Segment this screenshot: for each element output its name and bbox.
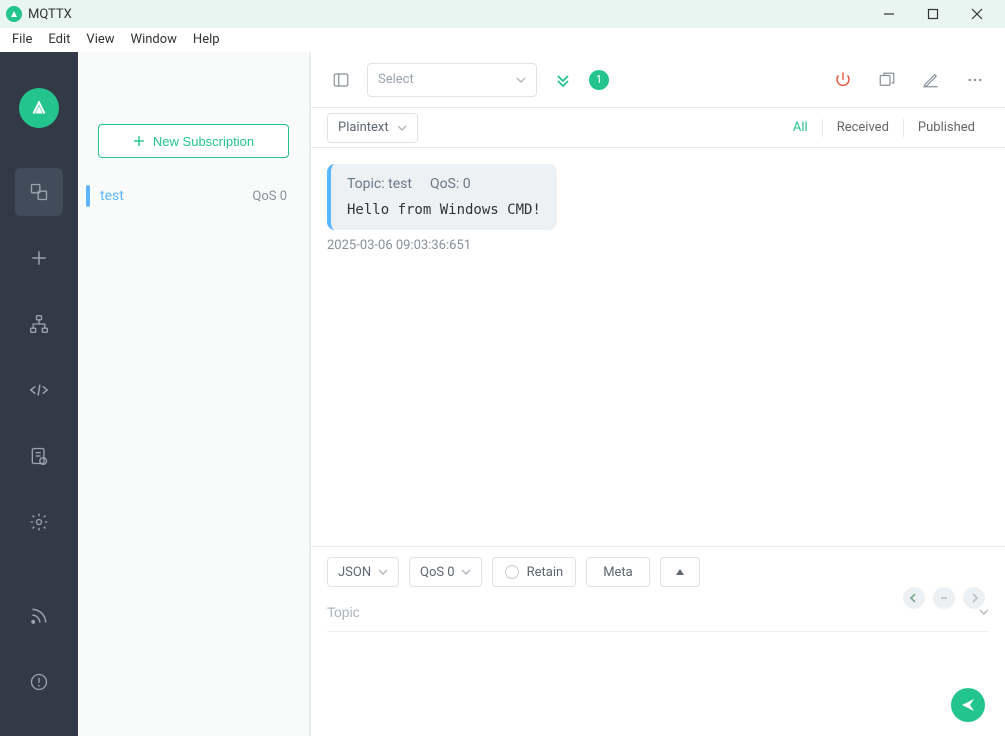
rail-feed-button[interactable]: [15, 592, 63, 640]
tab-all[interactable]: All: [779, 119, 822, 137]
payload-editor[interactable]: [327, 632, 989, 722]
menu-view[interactable]: View: [78, 30, 122, 49]
message-count-badge: 1: [589, 70, 609, 90]
window-close-button[interactable]: [955, 0, 999, 28]
message-timestamp: 2025-03-06 09:03:36:651: [327, 238, 989, 253]
message-topic: test: [388, 176, 412, 192]
messages-list: Topic: test QoS: 0 Hello from Windows CM…: [311, 148, 1005, 546]
left-rail: [0, 52, 78, 736]
subscription-item[interactable]: test QoS 0: [86, 178, 297, 214]
windows-button[interactable]: [873, 66, 901, 94]
history-next-button[interactable]: [963, 587, 985, 609]
message-qos: 0: [463, 176, 471, 192]
filter-bar: Plaintext All Received Published: [311, 108, 1005, 148]
disconnect-button[interactable]: [829, 66, 857, 94]
tab-received[interactable]: Received: [822, 119, 903, 137]
topic-input[interactable]: [327, 599, 971, 625]
chevron-down-icon: [378, 567, 388, 577]
connection-select[interactable]: Select: [367, 63, 537, 97]
expand-publish-button[interactable]: [660, 557, 700, 587]
edit-button[interactable]: [917, 66, 945, 94]
rail-scripts-button[interactable]: [15, 366, 63, 414]
rail-settings-button[interactable]: [15, 498, 63, 546]
history-prev-button[interactable]: [903, 587, 925, 609]
retain-radio-icon: [505, 565, 519, 579]
publish-qos-select[interactable]: QoS 0: [409, 557, 482, 587]
subscription-color-bar: [86, 185, 90, 207]
retain-toggle[interactable]: Retain: [492, 557, 577, 587]
menu-file[interactable]: File: [4, 30, 40, 49]
payload-format-select[interactable]: Plaintext: [327, 113, 418, 143]
publish-format-select[interactable]: JSON: [327, 557, 399, 587]
new-subscription-label: New Subscription: [153, 134, 254, 149]
window-title: MQTTX: [28, 7, 72, 22]
menu-window[interactable]: Window: [123, 30, 185, 49]
send-button[interactable]: [951, 688, 985, 722]
plus-icon: [133, 135, 145, 147]
message-body: Hello from Windows CMD!: [347, 202, 541, 218]
menu-help[interactable]: Help: [185, 30, 228, 49]
subscription-name: test: [100, 188, 252, 204]
publish-panel: JSON QoS 0 Retain Meta: [311, 546, 1005, 736]
message-meta: Topic: test QoS: 0: [347, 176, 541, 192]
history-mid-button[interactable]: [933, 587, 955, 609]
connection-toolbar: Select 1: [311, 52, 1005, 108]
rail-info-button[interactable]: [15, 658, 63, 706]
tab-published[interactable]: Published: [903, 119, 989, 137]
message-card[interactable]: Topic: test QoS: 0 Hello from Windows CM…: [327, 164, 557, 230]
window-minimize-button[interactable]: [867, 0, 911, 28]
toggle-panel-button[interactable]: [327, 66, 355, 94]
chevron-down-icon: [397, 123, 407, 133]
subscriptions-panel: New Subscription test QoS 0: [78, 52, 310, 736]
rail-connections-button[interactable]: [15, 168, 63, 216]
app-logo: [19, 88, 59, 128]
expand-all-button[interactable]: [549, 66, 577, 94]
rail-tree-button[interactable]: [15, 300, 63, 348]
history-pager: [903, 587, 985, 609]
window-titlebar: MQTTX: [0, 0, 1005, 28]
send-icon: [960, 697, 976, 713]
connection-select-placeholder: Select: [378, 72, 414, 87]
content-area: Select 1: [310, 52, 1005, 736]
rail-new-button[interactable]: [15, 234, 63, 282]
new-subscription-button[interactable]: New Subscription: [98, 124, 289, 158]
more-button[interactable]: [961, 66, 989, 94]
subscription-qos: QoS 0: [252, 189, 287, 204]
window-maximize-button[interactable]: [911, 0, 955, 28]
chevron-down-icon: [516, 75, 526, 85]
rail-log-button[interactable]: [15, 432, 63, 480]
meta-button[interactable]: Meta: [586, 557, 650, 587]
app-icon: [6, 6, 22, 22]
menu-bar: File Edit View Window Help: [0, 28, 1005, 52]
menu-edit[interactable]: Edit: [40, 30, 78, 49]
chevron-down-icon: [461, 567, 471, 577]
caret-up-icon: [675, 567, 685, 577]
